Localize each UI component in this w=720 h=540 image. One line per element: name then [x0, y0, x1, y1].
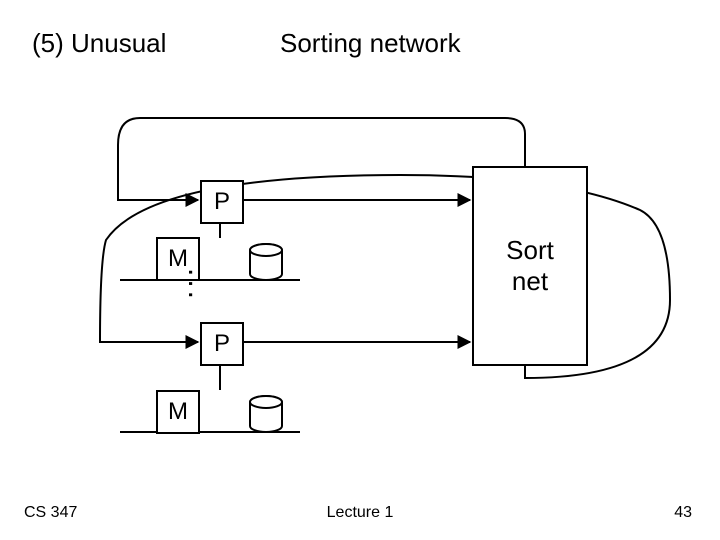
sort-net-label-line1: Sort [506, 235, 554, 266]
disk-icon [250, 396, 282, 432]
slide-title-right: Sorting network [280, 28, 461, 59]
sort-net-label-line2: net [512, 266, 548, 297]
processor-box-1: P [200, 180, 244, 224]
footer-page-number: 43 [674, 504, 692, 522]
diagram-connectors [0, 0, 720, 540]
slide-title-left: (5) Unusual [32, 28, 166, 59]
sort-net-box: Sort net [472, 166, 588, 366]
memory-box-2: M [156, 390, 200, 434]
processor-box-2: P [200, 322, 244, 366]
footer-lecture: Lecture 1 [327, 504, 394, 522]
vertical-ellipsis: ... [181, 268, 215, 302]
footer-course: CS 347 [24, 504, 77, 522]
disk-icon [250, 244, 282, 280]
